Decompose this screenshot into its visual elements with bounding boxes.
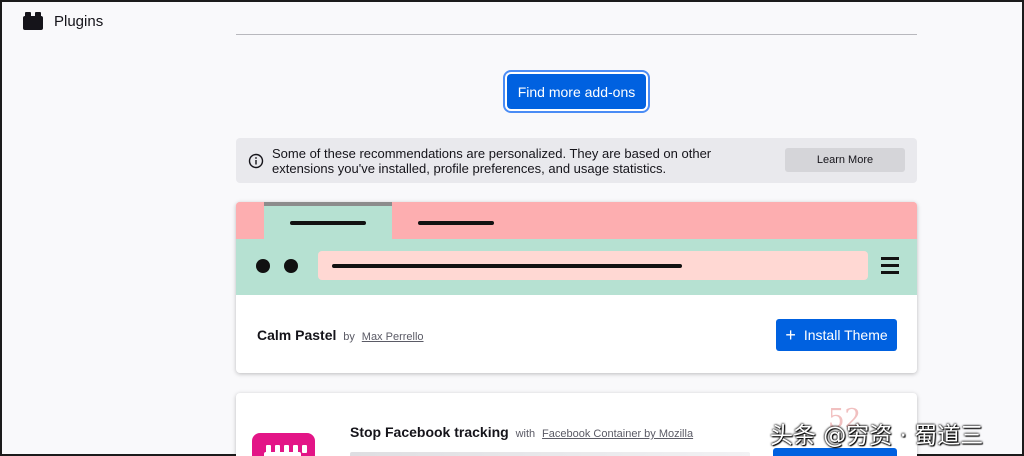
theme-info: Calm Pastel by Max Perrello + Install Th… [236, 295, 917, 373]
watermark: 头条 @穷资 · 蜀道三 [770, 423, 984, 449]
extension-with: with [515, 428, 536, 440]
theme-preview[interactable] [236, 202, 917, 295]
extension-title: Stop Facebook tracking with Facebook Con… [350, 424, 693, 440]
theme-title: Calm Pastel by Max Perrello [257, 327, 424, 343]
sidebar-item-plugins[interactable]: Plugins [22, 11, 103, 31]
preview-inactive-tab [418, 221, 494, 225]
theme-by: by [343, 331, 355, 343]
install-theme-label: Install Theme [803, 327, 888, 343]
learn-more-button[interactable]: Learn More [785, 148, 905, 172]
preview-active-tab [264, 202, 392, 239]
theme-name: Calm Pastel [257, 327, 337, 343]
extension-description [350, 452, 750, 456]
find-more-addons-button[interactable]: Find more add-ons [507, 74, 646, 109]
facebook-container-icon [252, 433, 315, 456]
extension-name: Stop Facebook tracking [350, 424, 509, 440]
info-icon [248, 153, 264, 168]
install-theme-button[interactable]: + Install Theme [776, 319, 897, 351]
preview-nav-dot [284, 259, 298, 273]
preview-nav-dot [256, 259, 270, 273]
theme-author-link[interactable]: Max Perrello [362, 331, 424, 343]
sidebar-item-label: Plugins [54, 12, 104, 30]
hamburger-menu-icon [881, 257, 899, 274]
preview-url-bar [318, 251, 868, 280]
plugin-icon [23, 12, 43, 30]
recommendation-notice: Some of these recommendations are person… [236, 138, 917, 183]
theme-card: Calm Pastel by Max Perrello + Install Th… [236, 202, 917, 373]
extension-link[interactable]: Facebook Container by Mozilla [542, 428, 693, 440]
notice-text: Some of these recommendations are person… [272, 145, 712, 176]
plus-icon: + [785, 325, 796, 345]
preview-toolbar [236, 239, 917, 295]
divider [236, 34, 917, 35]
